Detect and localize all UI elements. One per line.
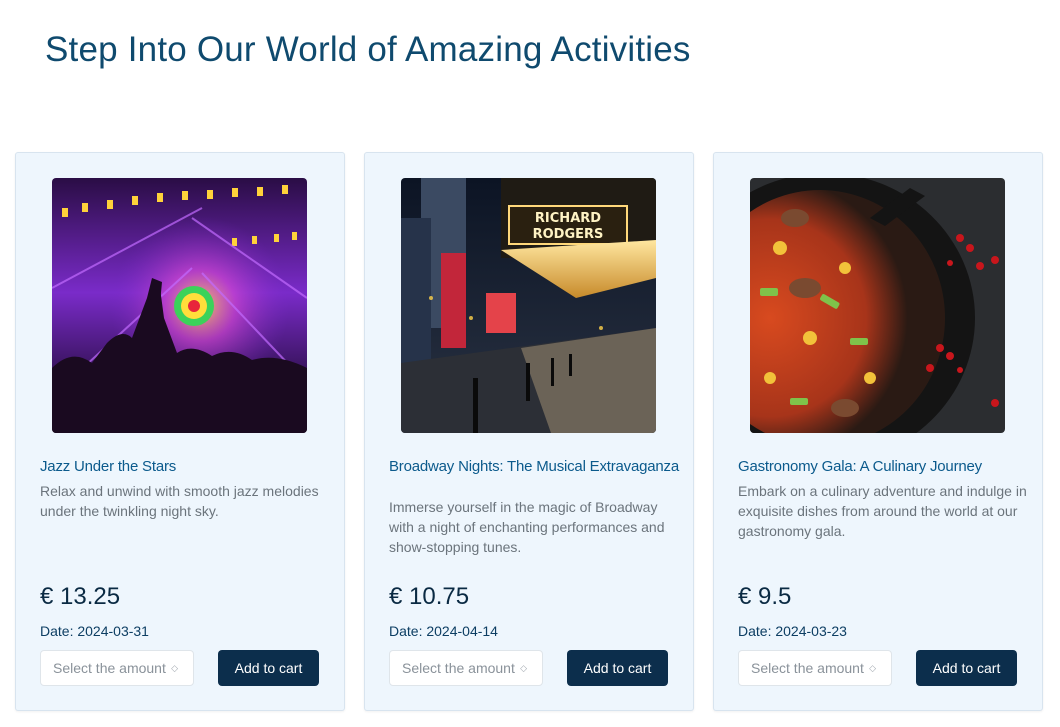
amount-select[interactable]: Select the amount ◇ <box>40 650 194 686</box>
activity-price: € 10.75 <box>389 583 470 610</box>
svg-text:RODGERS: RODGERS <box>533 227 604 242</box>
activity-title[interactable]: Gastronomy Gala: A Culinary Journey <box>738 459 1028 475</box>
add-to-cart-button[interactable]: Add to cart <box>218 650 319 686</box>
activity-image-concert[interactable] <box>52 178 307 433</box>
amount-select-placeholder: Select the amount <box>53 660 166 676</box>
add-to-cart-button[interactable]: Add to cart <box>916 650 1017 686</box>
chevron-updown-icon: ◇ <box>520 663 527 673</box>
activity-card: Jazz Under the Stars Relax and unwind wi… <box>15 152 345 711</box>
activity-description: Relax and unwind with smooth jazz melodi… <box>40 483 319 519</box>
chevron-updown-icon: ◇ <box>171 663 178 673</box>
activity-price: € 13.25 <box>40 583 121 610</box>
amount-select-placeholder: Select the amount <box>402 660 515 676</box>
activity-date: Date: 2024-03-31 <box>40 623 149 639</box>
page-title: Step Into Our World of Amazing Activitie… <box>45 30 691 69</box>
activity-description: Embark on a culinary adventure and indul… <box>738 483 1027 539</box>
activity-title[interactable]: Jazz Under the Stars <box>40 459 330 475</box>
add-to-cart-button[interactable]: Add to cart <box>567 650 668 686</box>
svg-text:RICHARD: RICHARD <box>535 211 601 226</box>
activity-image-broadway[interactable]: RICHARD RODGERS <box>401 178 656 433</box>
activity-date: Date: 2024-04-14 <box>389 623 498 639</box>
chevron-updown-icon: ◇ <box>869 663 876 673</box>
activity-title[interactable]: Broadway Nights: The Musical Extravaganz… <box>389 459 679 475</box>
activity-price: € 9.5 <box>738 583 792 610</box>
activity-image-paella[interactable] <box>750 178 1005 433</box>
amount-select[interactable]: Select the amount ◇ <box>738 650 892 686</box>
amount-select-placeholder: Select the amount <box>751 660 864 676</box>
activity-description: Immerse yourself in the magic of Broadwa… <box>389 499 665 555</box>
activity-card: RICHARD RODGERS Broadway Nights: The Mus… <box>364 152 694 711</box>
amount-select[interactable]: Select the amount ◇ <box>389 650 543 686</box>
activity-card: Gastronomy Gala: A Culinary Journey Emba… <box>713 152 1043 711</box>
activity-card-list: Jazz Under the Stars Relax and unwind wi… <box>15 152 1045 712</box>
activity-date: Date: 2024-03-23 <box>738 623 847 639</box>
